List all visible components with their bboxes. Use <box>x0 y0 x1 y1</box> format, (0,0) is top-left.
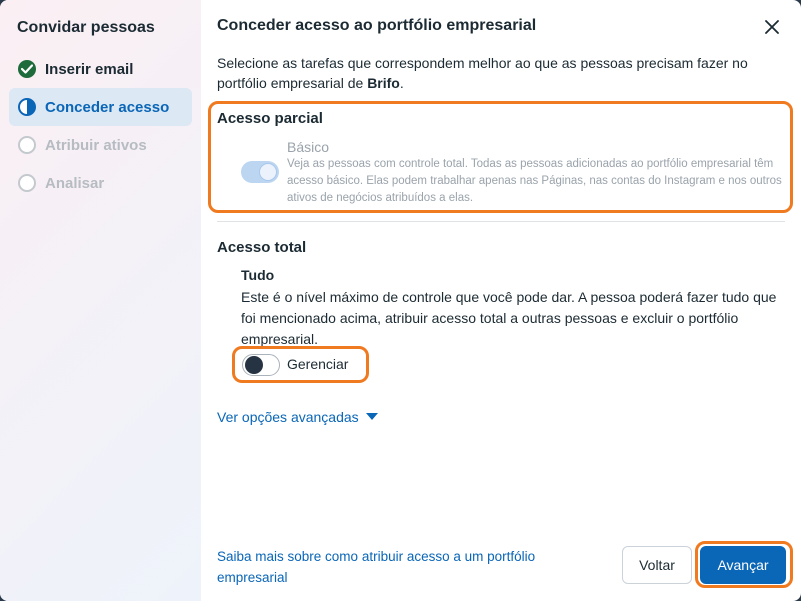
check-circle-icon <box>18 60 36 78</box>
step-label: Analisar <box>45 174 105 192</box>
basic-access-label: Básico <box>287 139 330 155</box>
partial-access-title: Acesso parcial <box>217 110 323 127</box>
dialog-title: Conceder acesso ao portfólio empresarial <box>217 17 537 34</box>
intro-text-after: . <box>399 75 404 91</box>
toggle-knob <box>245 356 263 374</box>
close-button[interactable] <box>759 14 785 40</box>
step-insert-email[interactable]: Inserir email <box>9 50 192 88</box>
advanced-options-link[interactable]: Ver opções avançadas <box>217 409 378 425</box>
next-button[interactable]: Avançar <box>700 546 786 584</box>
section-divider <box>217 221 785 222</box>
close-icon <box>765 20 779 34</box>
full-access-title: Acesso total <box>217 239 307 256</box>
empty-circle-icon <box>18 174 36 192</box>
toggle-knob <box>259 163 277 181</box>
main-panel: Conceder acesso ao portfólio empresarial… <box>201 0 801 601</box>
step-label: Inserir email <box>45 60 134 78</box>
basic-access-description: Veja as pessoas com controle total. Toda… <box>287 158 782 204</box>
step-label: Conceder acesso <box>45 98 170 116</box>
full-access-option-title: Tudo <box>241 267 275 283</box>
full-access-option-description: Este é o nível máximo de controle que vo… <box>241 289 777 347</box>
steps-sidebar: Convidar pessoas Inserir email Conceder … <box>0 0 201 601</box>
empty-circle-icon <box>18 136 36 154</box>
step-review: Analisar <box>9 164 192 202</box>
business-name: Brifo <box>367 75 400 91</box>
step-assign-assets: Atribuir ativos <box>9 126 192 164</box>
advanced-options-label: Ver opções avançadas <box>217 409 359 425</box>
intro-text: Selecione as tarefas que correspondem me… <box>217 53 777 93</box>
step-label: Atribuir ativos <box>45 136 147 154</box>
help-link[interactable]: Saiba mais sobre como atribuir acesso a … <box>217 546 577 588</box>
back-button[interactable]: Voltar <box>622 546 692 584</box>
intro-text-before: Selecione as tarefas que correspondem me… <box>217 55 748 91</box>
steps-list: Inserir email Conceder acesso Atribuir a… <box>0 50 201 202</box>
manage-label[interactable]: Gerenciar <box>287 356 348 372</box>
half-circle-icon <box>18 98 36 116</box>
step-grant-access[interactable]: Conceder acesso <box>9 88 192 126</box>
sidebar-title: Convidar pessoas <box>17 19 155 36</box>
caret-down-icon <box>365 413 378 420</box>
basic-access-toggle <box>241 161 279 183</box>
manage-toggle[interactable] <box>242 354 280 376</box>
invite-people-dialog: Convidar pessoas Inserir email Conceder … <box>0 0 801 601</box>
